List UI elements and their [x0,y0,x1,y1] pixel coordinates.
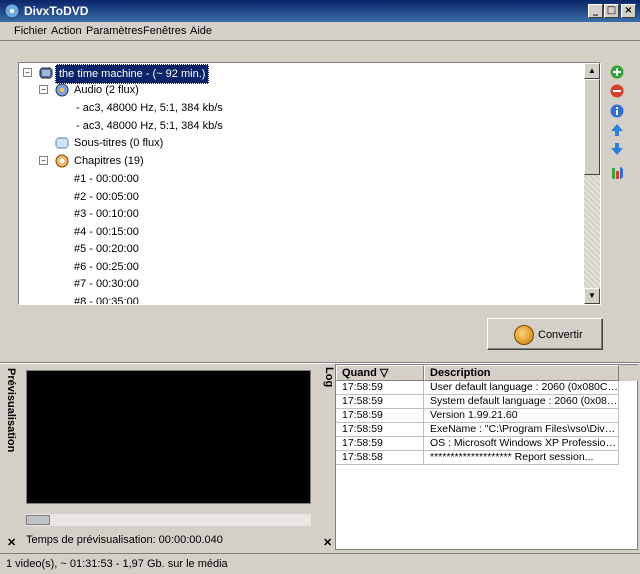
log-header: Quand ▽ Description [336,365,639,381]
log-time: 17:58:59 [336,381,424,395]
scroll-thumb[interactable] [584,79,600,175]
app-icon [4,3,20,19]
log-time: 17:58:59 [336,395,424,409]
log-row[interactable]: 17:58:59 System default language : 2060 … [336,395,639,409]
remove-icon[interactable] [610,84,624,98]
tree-audio-stream[interactable]: - ac3, 48000 Hz, 5:1, 384 kb/s [76,99,223,117]
menu-aide[interactable]: Aide [190,25,212,37]
move-up-icon[interactable] [610,123,624,137]
convert-button-label: Convertir [538,329,583,341]
chapters-icon [55,154,69,168]
log-column-when[interactable]: Quand ▽ [336,365,424,381]
collapse-icon[interactable]: − [39,85,48,94]
preview-time-text: Temps de prévisualisation: 00:00:00.040 [26,534,223,546]
preview-panel-caption: Prévisualisation [5,368,17,453]
log-description: OS : Microsoft Windows XP Professional .… [424,437,619,451]
maximize-button[interactable]: □ [604,4,619,18]
tree-chapter-item[interactable]: #7 - 00:30:00 [74,275,139,293]
log-description: ExeName : "C:\Program Files\vso\DivxTo..… [424,423,619,437]
subtitles-icon [55,137,69,149]
preview-slider-thumb[interactable] [26,515,50,525]
preview-panel: Temps de prévisualisation: 00:00:00.040 [20,364,317,550]
film-reel-icon [39,67,53,79]
close-log-icon[interactable]: ✕ [323,536,332,549]
collapse-icon[interactable]: − [39,156,48,165]
log-row[interactable]: 17:58:59 OS : Microsoft Windows XP Profe… [336,437,639,451]
log-description: Version 1.99.21.60 [424,409,619,423]
tree-chapter-item[interactable]: #8 - 00:35:00 [74,293,139,304]
menu-fenetres[interactable]: Fenêtres [143,25,186,37]
log-time: 17:58:58 [336,451,424,465]
status-bar: 1 video(s), ~ 01:31:53 - 1,97 Gb. sur le… [0,553,640,574]
title-bar[interactable]: DivxToDVD _ □ × [0,0,640,22]
window-title: DivxToDVD [24,4,89,18]
log-panel-caption: Log [323,367,335,388]
tree-row-chapters[interactable]: − Chapitres (19) [19,152,589,170]
menu-fichier[interactable]: Fichier [14,25,47,37]
close-preview-icon[interactable]: ✕ [7,536,16,549]
log-row[interactable]: 17:58:58 ******************** Report ses… [336,451,639,465]
collapse-icon[interactable]: − [23,68,32,77]
preview-slider[interactable] [26,514,311,526]
tree-scrollbar[interactable]: ▲ ▼ [584,63,600,304]
log-panel: Quand ▽ Description 17:58:59 User defaul… [335,364,639,550]
preview-screen [26,370,311,504]
settings-icon[interactable] [610,166,624,180]
tree-chapter-item[interactable]: #3 - 00:10:00 [74,205,139,223]
tree-chapter-item[interactable]: #2 - 00:05:00 [74,188,139,206]
minimize-button[interactable]: _ [588,4,603,18]
tree-audio-stream[interactable]: - ac3, 48000 Hz, 5:1, 384 kb/s [76,117,223,135]
scroll-down-icon[interactable]: ▼ [584,288,600,304]
tree-row-subtitles[interactable]: Sous-titres (0 flux) [19,134,589,152]
convert-button[interactable]: Convertir [487,318,603,350]
log-row[interactable]: 17:58:59 ExeName : "C:\Program Files\vso… [336,423,639,437]
audio-icon [55,83,69,97]
tree-subtitles-label: Sous-titres (0 flux) [74,137,164,149]
log-description: ******************** Report session... [424,451,619,465]
tree-row-root[interactable]: − the time machine - (~ 92 min.) [19,64,589,84]
tree-chapter-item[interactable]: #1 - 00:00:00 [74,170,139,188]
log-time: 17:58:59 [336,423,424,437]
tree-chapter-item[interactable]: #5 - 00:20:00 [74,240,139,258]
info-icon[interactable] [610,104,624,118]
add-icon[interactable] [610,65,624,79]
log-time: 17:58:59 [336,437,424,451]
log-row[interactable]: 17:58:59 User default language : 2060 (0… [336,381,639,395]
scroll-up-icon[interactable]: ▲ [584,63,600,79]
menu-action[interactable]: Action [51,25,82,37]
film-reel-icon [514,325,534,345]
log-row[interactable]: 17:58:59 Version 1.99.21.60 [336,409,639,423]
log-description: System default language : 2060 (0x080... [424,395,619,409]
status-text: 1 video(s), ~ 01:31:53 - 1,97 Gb. sur le… [6,558,228,570]
content-tree[interactable]: − the time machine - (~ 92 min.) − Audio… [18,62,601,305]
menu-parametres[interactable]: Paramètres [86,25,143,37]
log-column-description[interactable]: Description [424,365,619,381]
tree-row-audio[interactable]: − Audio (2 flux) [19,81,589,99]
tree-chapters-label: Chapitres (19) [74,155,144,167]
log-time: 17:58:59 [336,409,424,423]
menu-bar: Fichier Action Paramètres Fenêtres Aide [0,22,640,41]
tree-chapter-item[interactable]: #6 - 00:25:00 [74,258,139,276]
close-button[interactable]: × [621,4,636,18]
move-down-icon[interactable] [610,142,624,156]
log-description: User default language : 2060 (0x080Ch)..… [424,381,619,395]
tree-chapter-item[interactable]: #4 - 00:15:00 [74,223,139,241]
app-window: DivxToDVD _ □ × Fichier Action Paramètre… [0,0,640,574]
tree-audio-label: Audio (2 flux) [74,84,139,96]
